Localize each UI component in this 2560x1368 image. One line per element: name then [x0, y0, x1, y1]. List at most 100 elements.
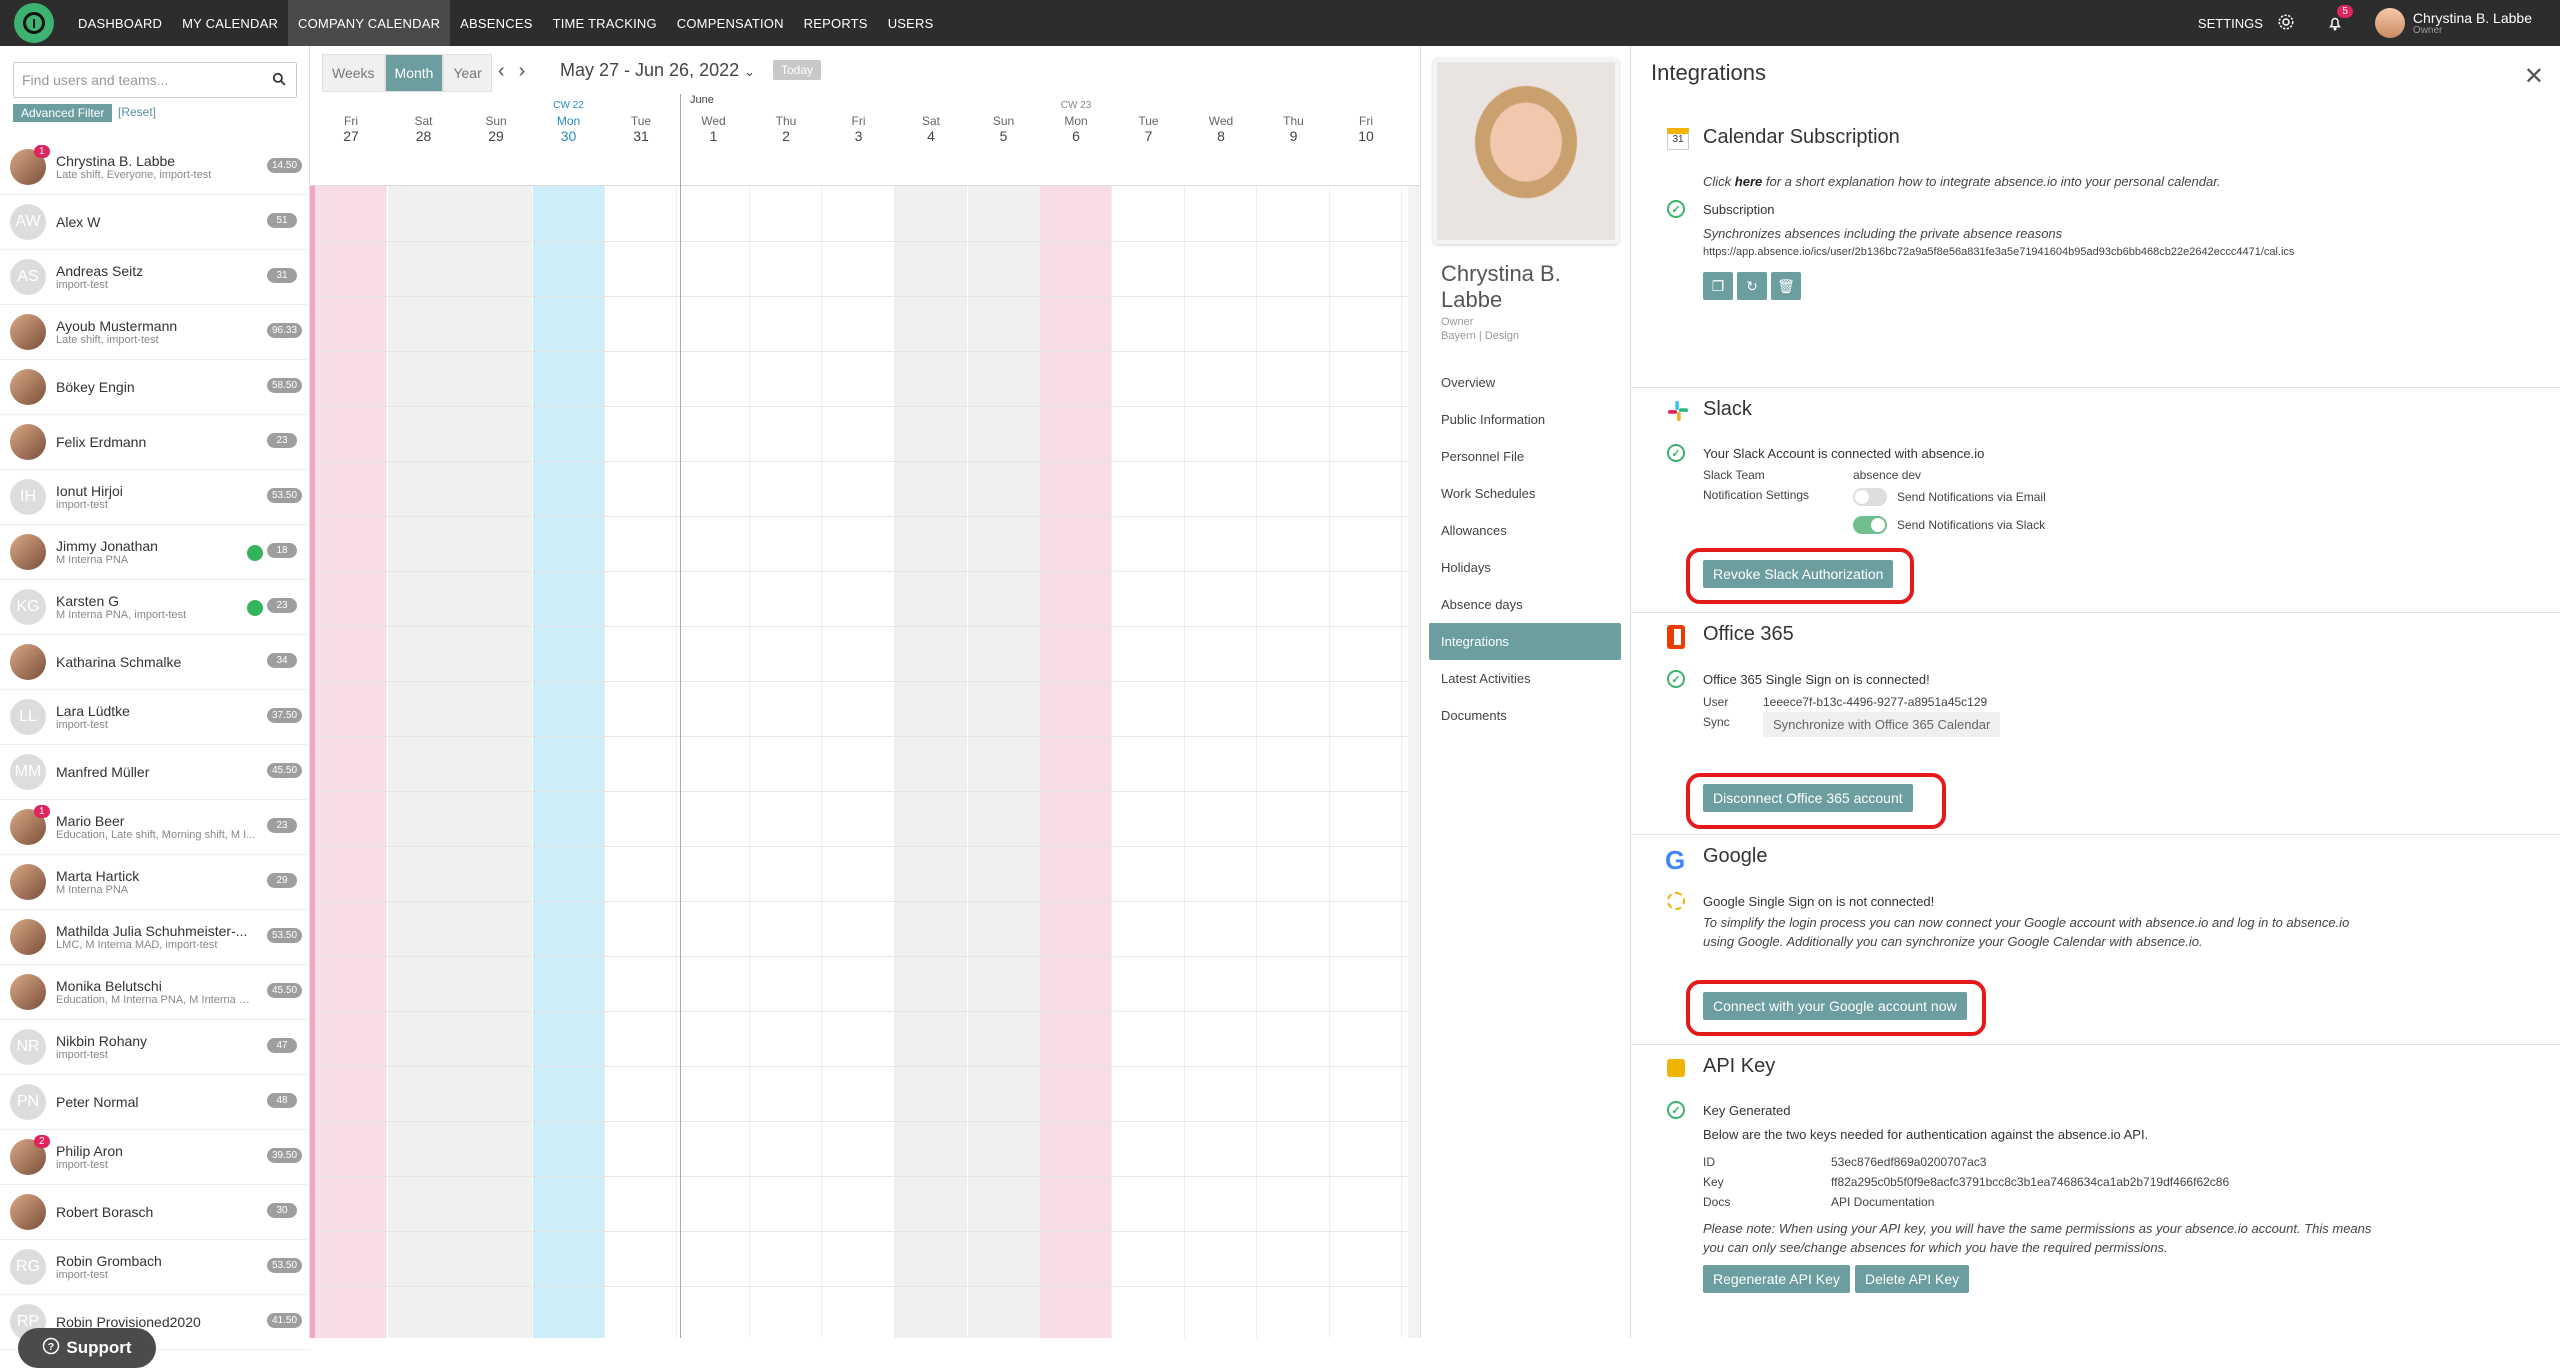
day-column[interactable]: [460, 186, 532, 1338]
chevron-right-icon[interactable]: ›: [519, 60, 526, 83]
profile-menu-latest-activities[interactable]: Latest Activities: [1429, 660, 1621, 697]
disconnect-office365-button[interactable]: Disconnect Office 365 account: [1703, 784, 1913, 812]
day-header-cell: Thu 2: [750, 94, 822, 186]
user-row[interactable]: Mathilda Julia Schuhmeister-... LMC, M In…: [0, 910, 310, 965]
slack-notification-toggle[interactable]: [1853, 516, 1887, 534]
profile-menu-personnel-file[interactable]: Personnel File: [1429, 438, 1621, 475]
profile-menu-work-schedules[interactable]: Work Schedules: [1429, 475, 1621, 512]
user-name: Robin Grombach: [56, 1253, 162, 1269]
delete-api-key-button[interactable]: Delete API Key: [1855, 1265, 1970, 1293]
user-row[interactable]: Robert Borasch 30: [0, 1185, 310, 1240]
api-docs-link[interactable]: API Documentation: [1831, 1195, 1934, 1209]
profile-menu-overview[interactable]: Overview: [1429, 364, 1621, 401]
user-row[interactable]: LL Lara Lüdtke import-test 37.50: [0, 690, 310, 745]
api-docs-label: Docs: [1703, 1195, 1731, 1209]
close-icon[interactable]: ✕: [2524, 62, 2544, 91]
google-title: Google: [1703, 845, 1768, 867]
user-row[interactable]: MM Manfred Müller 45.50: [0, 745, 310, 800]
day-column[interactable]: [678, 186, 750, 1338]
nav-item-users[interactable]: USERS: [878, 0, 944, 46]
profile-menu-documents[interactable]: Documents: [1429, 697, 1621, 734]
day-name: Sun: [485, 114, 507, 128]
today-button[interactable]: Today: [773, 60, 822, 80]
regenerate-api-key-button[interactable]: Regenerate API Key: [1703, 1265, 1850, 1293]
calendar-grid[interactable]: [310, 186, 1420, 1338]
user-row[interactable]: Ayoub Mustermann Late shift, import-test 9…: [0, 305, 310, 360]
user-row[interactable]: 2 Philip Aron import-test 39.50: [0, 1130, 310, 1185]
profile-menu-holidays[interactable]: Holidays: [1429, 549, 1621, 586]
row-divider: [310, 1011, 1420, 1012]
user-row[interactable]: PN Peter Normal 48: [0, 1075, 310, 1130]
profile-menu-absence-days[interactable]: Absence days: [1429, 586, 1621, 623]
view-tab-year[interactable]: Year: [443, 54, 492, 92]
view-tab-month[interactable]: Month: [384, 54, 444, 92]
office-user-label: User: [1703, 695, 1729, 709]
nav-item-absences[interactable]: ABSENCES: [450, 0, 542, 46]
search-input[interactable]: Find users and teams...: [13, 62, 297, 98]
chevron-left-icon[interactable]: ‹: [498, 60, 505, 83]
trash-icon[interactable]: 🗑: [1771, 272, 1801, 300]
support-button[interactable]: ? Support: [18, 1328, 156, 1368]
day-column[interactable]: [532, 186, 605, 1338]
avatar: RG: [10, 1249, 46, 1285]
nav-item-company-calendar[interactable]: COMPANY CALENDAR: [288, 0, 451, 46]
user-row[interactable]: KG Karsten GM Interna PNA, import-test 23: [0, 580, 310, 635]
bell-icon[interactable]: 5: [2323, 5, 2353, 35]
explanation-link[interactable]: here: [1735, 174, 1762, 189]
day-column[interactable]: [315, 186, 387, 1338]
day-column[interactable]: [750, 186, 822, 1338]
sync-office-calendar-button[interactable]: Synchronize with Office 365 Calendar: [1763, 712, 2001, 737]
nav-item-compensation[interactable]: COMPENSATION: [667, 0, 794, 46]
profile-menu-integrations[interactable]: Integrations: [1429, 623, 1621, 660]
reset-filter-link[interactable]: [Reset]: [118, 105, 156, 119]
user-row[interactable]: Katharina Schmalke 34: [0, 635, 310, 690]
nav-item-time-tracking[interactable]: TIME TRACKING: [543, 0, 667, 46]
search-icon[interactable]: [272, 72, 286, 89]
user-row[interactable]: 1 Mario Beer Education, Late shift, Mornin…: [0, 800, 310, 855]
user-row[interactable]: AW Alex W 51: [0, 195, 310, 250]
avatar: 1: [10, 805, 50, 845]
refresh-icon[interactable]: ↻: [1737, 272, 1767, 300]
day-column[interactable]: [1330, 186, 1402, 1338]
settings-link[interactable]: SETTINGS: [2198, 16, 2263, 31]
day-number: 30: [560, 128, 577, 144]
email-notification-toggle[interactable]: [1853, 488, 1887, 506]
user-row[interactable]: IH Ionut Hirjoi import-test 53.50: [0, 470, 310, 525]
user-row[interactable]: Jimmy Jonathan M Interna PNA 18: [0, 525, 310, 580]
user-row[interactable]: Bökey Engin 58.50: [0, 360, 310, 415]
nav-item-my-calendar[interactable]: MY CALENDAR: [172, 0, 288, 46]
user-row[interactable]: RG Robin Grombach import-test 53.50: [0, 1240, 310, 1295]
user-row[interactable]: AS Andreas Seitz import-test 31: [0, 250, 310, 305]
user-row[interactable]: Monika Belutschi Education, M Interna PNA…: [0, 965, 310, 1020]
connect-google-button[interactable]: Connect with your Google account now: [1703, 992, 1967, 1020]
subscription-url[interactable]: https://app.absence.io/ics/user/2b136bc7…: [1703, 246, 2294, 258]
day-column[interactable]: [967, 186, 1040, 1338]
profile-menu-allowances[interactable]: Allowances: [1429, 512, 1621, 549]
advanced-filter-button[interactable]: Advanced Filter: [13, 104, 113, 122]
day-column[interactable]: [1113, 186, 1185, 1338]
user-row[interactable]: 1 Chrystina B. Labbe Late shift, Everyone,…: [0, 140, 310, 195]
day-column[interactable]: [1185, 186, 1257, 1338]
nav-item-dashboard[interactable]: DASHBOARD: [68, 0, 172, 46]
user-row[interactable]: Felix Erdmann 23: [0, 415, 310, 470]
nav-item-reports[interactable]: REPORTS: [794, 0, 878, 46]
view-tab-weeks[interactable]: Weeks: [322, 54, 385, 92]
gear-icon[interactable]: [2277, 13, 2295, 34]
user-row[interactable]: NR Nikbin Rohany import-test 47: [0, 1020, 310, 1075]
profile-menu-public-information[interactable]: Public Information: [1429, 401, 1621, 438]
day-column[interactable]: [1258, 186, 1330, 1338]
copy-icon[interactable]: ❐: [1703, 272, 1733, 300]
revoke-slack-button[interactable]: Revoke Slack Authorization: [1703, 560, 1894, 588]
day-column[interactable]: [1040, 186, 1112, 1338]
calendar-week: [1185, 100, 1257, 114]
day-column[interactable]: [823, 186, 895, 1338]
absence-logo[interactable]: I: [14, 3, 54, 43]
user-row[interactable]: Marta Hartick M Interna PNA 29: [0, 855, 310, 910]
user-menu[interactable]: Chrystina B. Labbe Owner: [2374, 8, 2532, 38]
day-column[interactable]: [895, 186, 967, 1338]
date-range-picker[interactable]: May 27 - Jun 26, 2022 ⌄: [560, 60, 755, 81]
check-icon: ✓: [1667, 1101, 1685, 1119]
calendar-scrollbar[interactable]: [1408, 186, 1420, 1338]
day-column[interactable]: [387, 186, 460, 1338]
day-column[interactable]: [605, 186, 677, 1338]
